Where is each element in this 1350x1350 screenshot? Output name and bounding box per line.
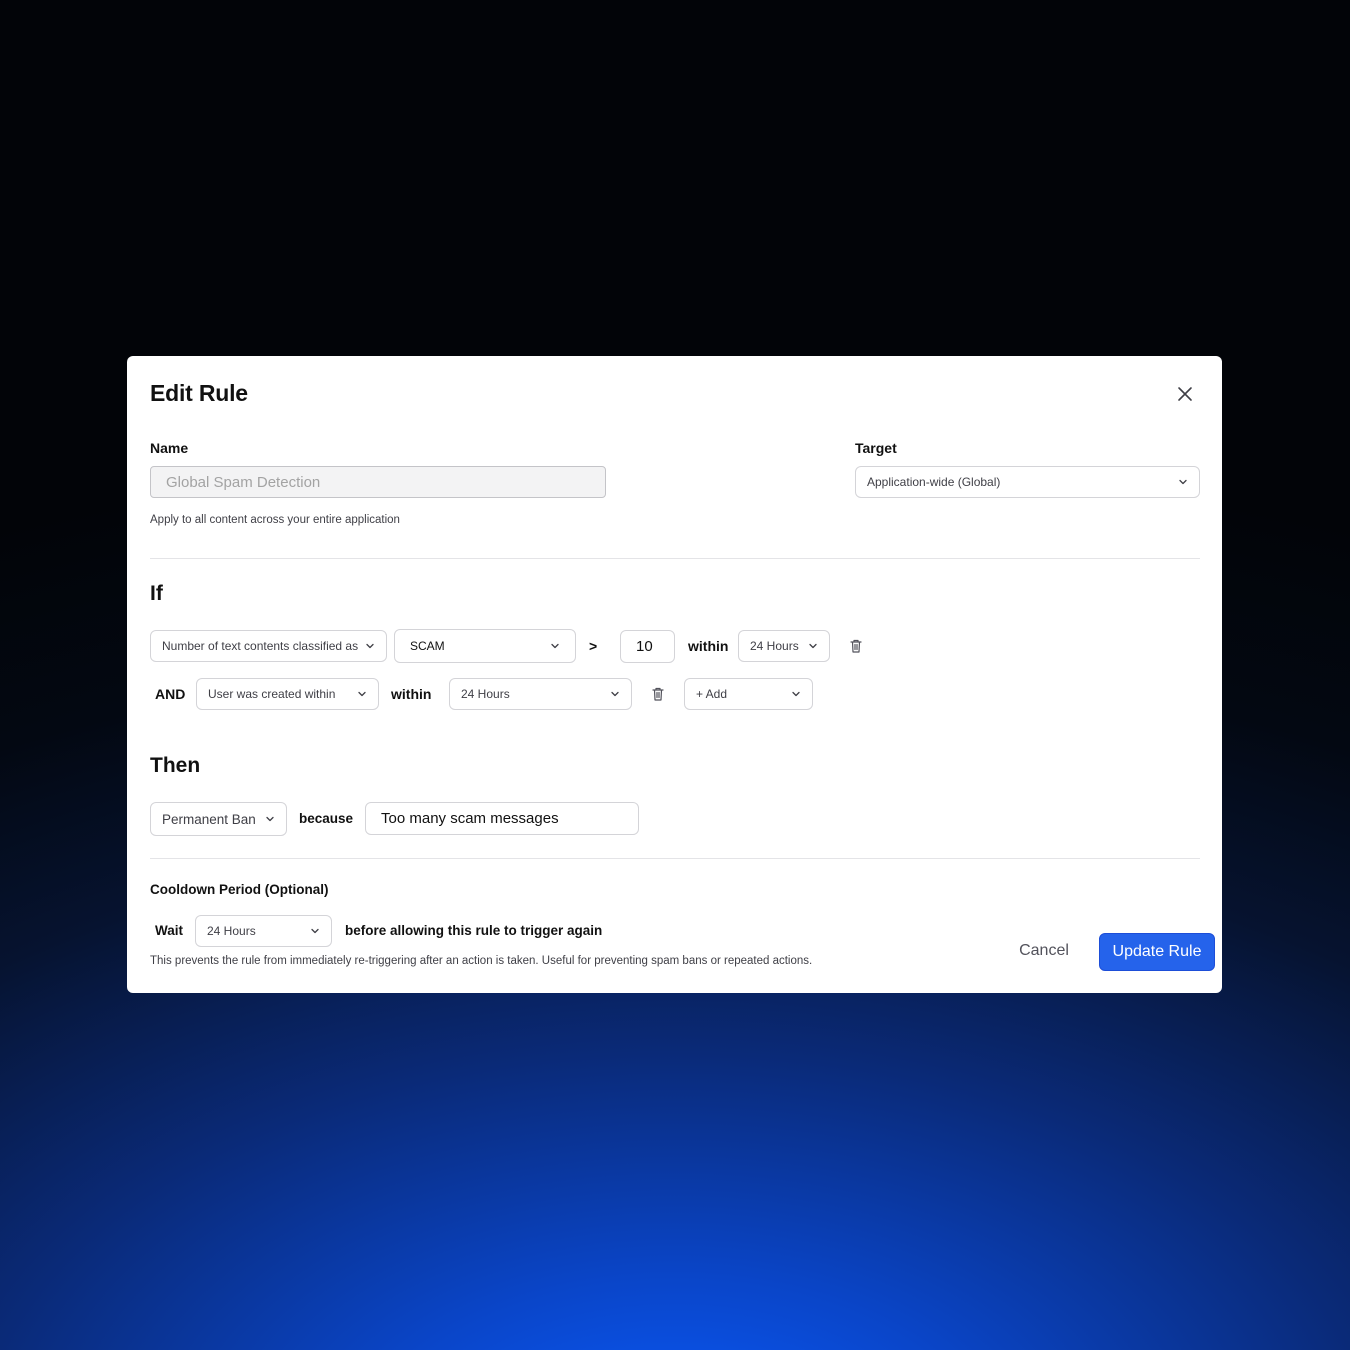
- name-label: Name: [150, 440, 189, 456]
- chevron-down-icon: [809, 643, 817, 649]
- within-label: within: [688, 638, 729, 654]
- action-select[interactable]: Permanent Ban: [150, 802, 287, 836]
- and-conjunction: AND: [155, 686, 186, 702]
- trash-icon[interactable]: [650, 686, 666, 702]
- chevron-down-icon: [792, 691, 800, 697]
- cancel-button[interactable]: Cancel: [1007, 932, 1081, 970]
- edit-rule-dialog: Edit Rule Name Apply to all content acro…: [127, 356, 1222, 993]
- chevron-down-icon: [1179, 479, 1187, 485]
- window-select[interactable]: 24 Hours: [449, 678, 632, 710]
- cooldown-hint: This prevents the rule from immediately …: [150, 955, 813, 967]
- then-heading: Then: [150, 754, 201, 777]
- reason-input[interactable]: [365, 802, 639, 835]
- dialog-title: Edit Rule: [150, 380, 248, 406]
- condition-select[interactable]: User was created within: [196, 678, 379, 710]
- cooldown-suffix: before allowing this rule to trigger aga…: [345, 923, 603, 938]
- target-label: Target: [855, 440, 897, 456]
- add-condition-label: + Add: [696, 687, 728, 701]
- divider: [150, 558, 1200, 559]
- add-condition-select[interactable]: + Add: [684, 678, 813, 710]
- condition-select-value: User was created within: [208, 687, 336, 701]
- trash-icon[interactable]: [848, 638, 864, 654]
- classification-select[interactable]: SCAM: [394, 629, 576, 663]
- cooldown-period-value: 24 Hours: [207, 924, 256, 938]
- cooldown-period-select[interactable]: 24 Hours: [195, 915, 332, 947]
- close-icon[interactable]: [1176, 385, 1194, 403]
- chevron-down-icon: [311, 928, 319, 934]
- metric-select[interactable]: Number of text contents classified as: [150, 630, 387, 662]
- target-select[interactable]: Application-wide (Global): [855, 466, 1200, 498]
- operator-symbol: >: [589, 638, 598, 654]
- cooldown-label: Cooldown Period (Optional): [150, 882, 329, 897]
- divider: [150, 858, 1200, 859]
- because-label: because: [299, 811, 354, 826]
- target-select-value: Application-wide (Global): [867, 475, 1001, 489]
- chevron-down-icon: [266, 816, 274, 822]
- chevron-down-icon: [358, 691, 366, 697]
- name-hint: Apply to all content across your entire …: [150, 514, 400, 526]
- name-input[interactable]: [150, 466, 606, 498]
- wait-label: Wait: [155, 923, 183, 938]
- window-select-value: 24 Hours: [461, 687, 510, 701]
- chevron-down-icon: [611, 691, 619, 697]
- threshold-input[interactable]: [620, 630, 675, 663]
- metric-select-value: Number of text contents classified as: [162, 639, 359, 653]
- window-select[interactable]: 24 Hours: [738, 630, 830, 662]
- if-heading: If: [150, 582, 163, 605]
- chevron-down-icon: [551, 643, 559, 649]
- action-select-value: Permanent Ban: [162, 811, 256, 827]
- chevron-down-icon: [366, 643, 374, 649]
- window-select-value: 24 Hours: [750, 639, 799, 653]
- update-rule-button[interactable]: Update Rule: [1099, 933, 1215, 971]
- classification-select-value: SCAM: [410, 639, 445, 653]
- within-label: within: [391, 686, 432, 702]
